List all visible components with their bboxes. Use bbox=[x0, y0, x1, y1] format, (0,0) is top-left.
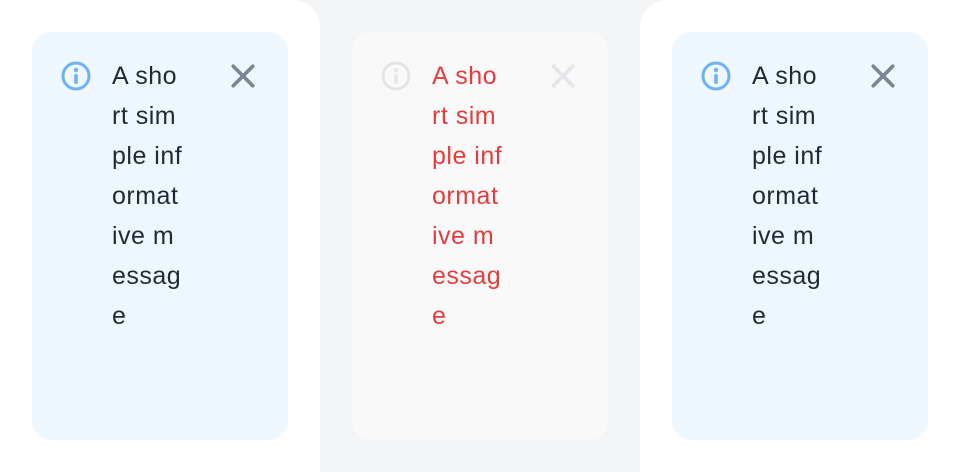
info-icon bbox=[61, 61, 91, 91]
panel-left: A short simple informative message bbox=[0, 0, 320, 472]
info-alert-faded: A short simple informative message bbox=[352, 32, 608, 440]
alert-message: A short simple informative message bbox=[432, 62, 503, 330]
info-icon bbox=[701, 61, 731, 91]
close-icon[interactable] bbox=[550, 63, 576, 89]
alert-comparison-stage: A short simple informative message A sho… bbox=[0, 0, 960, 472]
info-alert: A short simple informative message bbox=[32, 32, 288, 440]
panel-middle: A short simple informative message bbox=[320, 0, 640, 472]
info-icon bbox=[381, 61, 411, 91]
info-alert: A short simple informative message bbox=[672, 32, 928, 440]
alert-message: A short simple informative message bbox=[752, 62, 823, 330]
close-icon[interactable] bbox=[230, 63, 256, 89]
close-icon[interactable] bbox=[870, 63, 896, 89]
alert-message: A short simple informative message bbox=[112, 62, 183, 330]
panel-right: A short simple informative message bbox=[640, 0, 960, 472]
